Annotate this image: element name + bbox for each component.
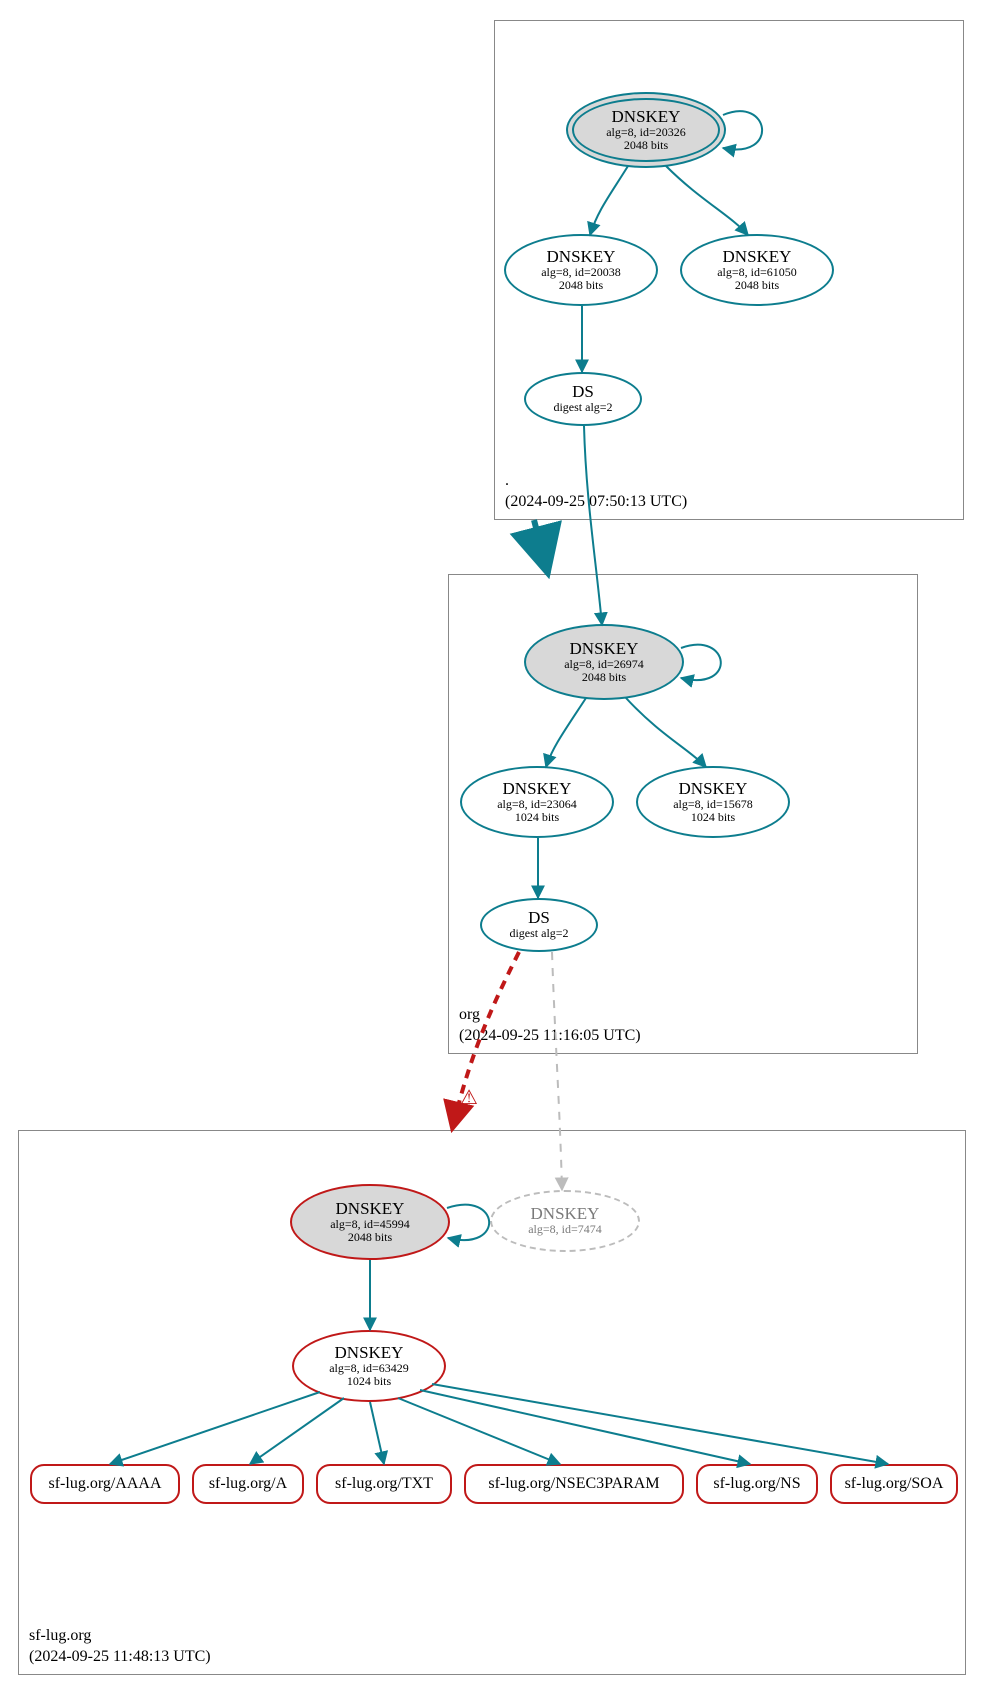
edge-root-deleg-thick (534, 520, 548, 574)
rrset-txt: sf-lug.org/TXT (316, 1464, 452, 1504)
zone-root-time: (2024-09-25 07:50:13 UTC) (505, 492, 687, 513)
node-org-ds: DS digest alg=2 (480, 898, 598, 952)
node-root-ksk-sub2: 2048 bits (624, 139, 668, 152)
zone-org-name: org (459, 1005, 641, 1026)
node-root-zsk1-title: DNSKEY (547, 248, 616, 266)
zone-sflug-name: sf-lug.org (29, 1626, 211, 1647)
zone-root-name: . (505, 471, 687, 492)
node-org-zsk2-sub1: alg=8, id=15678 (673, 798, 753, 811)
node-root-zsk1-sub2: 2048 bits (559, 279, 603, 292)
node-org-ksk-title: DNSKEY (570, 640, 639, 658)
node-sf-missing: DNSKEY alg=8, id=7474 (490, 1190, 640, 1252)
zone-org-time: (2024-09-25 11:16:05 UTC) (459, 1026, 641, 1047)
node-root-zsk2-sub1: alg=8, id=61050 (717, 266, 797, 279)
node-org-zsk1-sub1: alg=8, id=23064 (497, 798, 577, 811)
node-sf-missing-title: DNSKEY (531, 1205, 600, 1223)
node-org-zsk2-title: DNSKEY (679, 780, 748, 798)
node-org-zsk2: DNSKEY alg=8, id=15678 1024 bits (636, 766, 790, 838)
node-sf-missing-sub1: alg=8, id=7474 (528, 1223, 602, 1236)
rrset-nsec3param-label: sf-lug.org/NSEC3PARAM (488, 1475, 659, 1493)
node-root-zsk1: DNSKEY alg=8, id=20038 2048 bits (504, 234, 658, 306)
node-sf-zsk-sub1: alg=8, id=63429 (329, 1362, 409, 1375)
node-root-ksk: DNSKEY alg=8, id=20326 2048 bits (566, 92, 726, 168)
node-root-zsk2: DNSKEY alg=8, id=61050 2048 bits (680, 234, 834, 306)
node-org-ds-sub1: digest alg=2 (509, 927, 568, 940)
rrset-soa-label: sf-lug.org/SOA (845, 1475, 944, 1493)
node-root-ds: DS digest alg=2 (524, 372, 642, 426)
rrset-soa: sf-lug.org/SOA (830, 1464, 958, 1504)
warning-icon: ⚠ (460, 1088, 478, 1108)
node-org-ksk: DNSKEY alg=8, id=26974 2048 bits (524, 624, 684, 700)
node-org-zsk1-title: DNSKEY (503, 780, 572, 798)
node-org-ksk-sub1: alg=8, id=26974 (564, 658, 644, 671)
node-sf-ksk-sub1: alg=8, id=45994 (330, 1218, 410, 1231)
node-sf-zsk: DNSKEY alg=8, id=63429 1024 bits (292, 1330, 446, 1402)
rrset-a-label: sf-lug.org/A (209, 1475, 287, 1493)
rrset-ns-label: sf-lug.org/NS (713, 1475, 800, 1493)
rrset-nsec3param: sf-lug.org/NSEC3PARAM (464, 1464, 684, 1504)
rrset-aaaa-label: sf-lug.org/AAAA (48, 1475, 161, 1493)
node-org-ksk-sub2: 2048 bits (582, 671, 626, 684)
node-root-zsk2-sub2: 2048 bits (735, 279, 779, 292)
node-org-ds-title: DS (528, 909, 550, 927)
node-sf-zsk-sub2: 1024 bits (347, 1375, 391, 1388)
node-org-zsk1: DNSKEY alg=8, id=23064 1024 bits (460, 766, 614, 838)
node-sf-ksk-title: DNSKEY (336, 1200, 405, 1218)
node-root-ksk-sub1: alg=8, id=20326 (606, 126, 686, 139)
rrset-aaaa: sf-lug.org/AAAA (30, 1464, 180, 1504)
zone-sflug-label: sf-lug.org (2024-09-25 11:48:13 UTC) (29, 1626, 211, 1668)
rrset-txt-label: sf-lug.org/TXT (335, 1475, 433, 1493)
rrset-a: sf-lug.org/A (192, 1464, 304, 1504)
node-root-ds-sub1: digest alg=2 (553, 401, 612, 414)
node-root-zsk2-title: DNSKEY (723, 248, 792, 266)
node-root-ds-title: DS (572, 383, 594, 401)
node-org-zsk1-sub2: 1024 bits (515, 811, 559, 824)
node-sf-zsk-title: DNSKEY (335, 1344, 404, 1362)
node-sf-ksk-sub2: 2048 bits (348, 1231, 392, 1244)
zone-sflug-time: (2024-09-25 11:48:13 UTC) (29, 1647, 211, 1668)
rrset-ns: sf-lug.org/NS (696, 1464, 818, 1504)
zone-org-label: org (2024-09-25 11:16:05 UTC) (459, 1005, 641, 1047)
node-root-ksk-title: DNSKEY (612, 108, 681, 126)
node-org-zsk2-sub2: 1024 bits (691, 811, 735, 824)
node-sf-ksk: DNSKEY alg=8, id=45994 2048 bits (290, 1184, 450, 1260)
node-root-zsk1-sub1: alg=8, id=20038 (541, 266, 621, 279)
zone-root-label: . (2024-09-25 07:50:13 UTC) (505, 471, 687, 513)
